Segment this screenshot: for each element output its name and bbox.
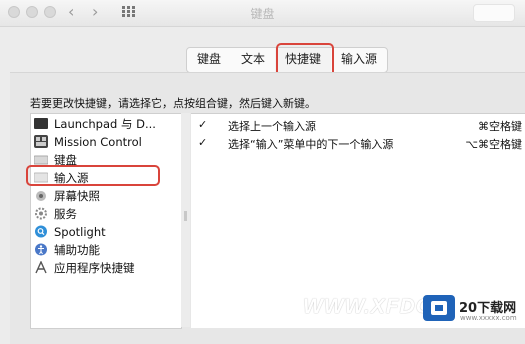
category-label: Spotlight: [54, 224, 106, 239]
category-label: 服务: [54, 206, 77, 221]
category-label: Launchpad 与 D...: [54, 116, 156, 131]
category-label: 应用程序快捷键: [54, 260, 135, 275]
instruction-text: 若要更改快捷键，请选择它，点按组合键，然后键入新键。: [30, 97, 316, 110]
app-shortcuts-icon: [34, 260, 48, 274]
shortcut-row[interactable]: ✓ 选择上一个输入源 ⌘空格键: [191, 116, 525, 134]
shortcut-row[interactable]: ✓ 选择“输入”菜单中的下一个输入源 ⌥⌘空格键: [191, 134, 525, 152]
title-bar: ‹ › 键盘: [0, 0, 525, 27]
category-item-launchpad[interactable]: Launchpad 与 D...: [34, 115, 178, 132]
watermark-url: www.xxxxx.com: [460, 314, 517, 322]
category-label: Mission Control: [54, 134, 142, 149]
split-handle[interactable]: [184, 211, 187, 221]
input-source-highlight-box: [26, 165, 160, 186]
launchpad-icon: [34, 117, 48, 130]
category-label: 屏幕快照: [54, 188, 100, 203]
tab-keyboard[interactable]: 键盘: [187, 48, 231, 72]
category-item-services[interactable]: 服务: [34, 205, 178, 222]
shortcut-label: 选择上一个输入源: [228, 120, 316, 133]
category-item-spotlight[interactable]: Spotlight: [34, 223, 178, 240]
category-label: 辅助功能: [54, 242, 100, 257]
watermark-text: WWW.XFDO: [303, 295, 434, 318]
services-gear-icon: [34, 207, 48, 220]
search-input[interactable]: [473, 4, 515, 22]
tab-text[interactable]: 文本: [231, 48, 275, 72]
screenshot-icon: [34, 189, 48, 202]
category-item-mission-control[interactable]: Mission Control: [34, 133, 178, 150]
shortcut-label: 选择“输入”菜单中的下一个输入源: [228, 138, 394, 151]
category-list[interactable]: Launchpad 与 D... Mission Control 键盘 输入源 …: [30, 113, 182, 329]
watermark-logo-icon: [421, 293, 457, 323]
category-item-screenshots[interactable]: 屏幕快照: [34, 187, 178, 204]
accessibility-icon: [34, 243, 48, 256]
shortcut-key[interactable]: ⌘空格键: [478, 118, 522, 134]
shortcut-checkbox[interactable]: ✓: [198, 118, 207, 131]
shortcut-key[interactable]: ⌥⌘空格键: [465, 136, 522, 152]
category-item-app-shortcuts[interactable]: 应用程序快捷键: [34, 259, 178, 276]
spotlight-icon: [34, 225, 48, 238]
mission-control-icon: [34, 135, 48, 148]
tab-input-sources[interactable]: 输入源: [331, 48, 387, 72]
window-title: 键盘: [250, 7, 275, 21]
shortcut-checkbox[interactable]: ✓: [198, 136, 207, 149]
category-item-accessibility[interactable]: 辅助功能: [34, 241, 178, 258]
